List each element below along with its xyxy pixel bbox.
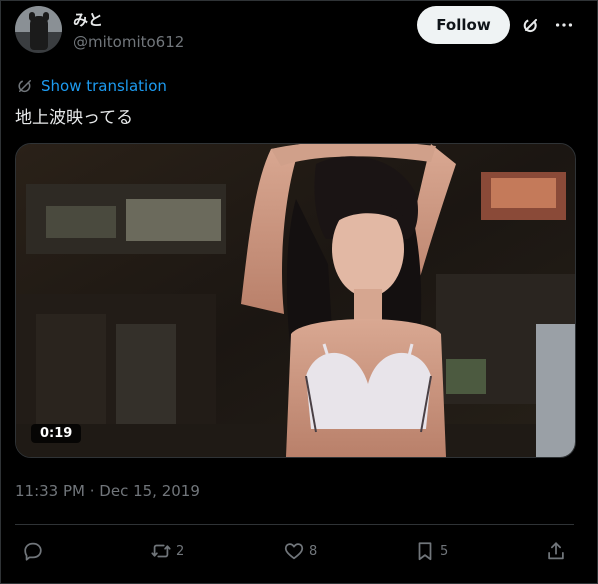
repost-icon	[151, 544, 171, 558]
heart-icon	[284, 543, 304, 560]
share-button[interactable]	[545, 540, 567, 562]
bookmark-icon	[418, 542, 432, 561]
repost-count: 2	[176, 543, 185, 559]
tweet-text: 地上波映ってる	[15, 108, 134, 128]
action-bar-divider	[15, 524, 574, 525]
video-player[interactable]: 0:19	[15, 143, 576, 458]
follow-button[interactable]: Follow	[417, 6, 510, 44]
video-duration-badge: 0:19	[31, 424, 82, 443]
translate-icon	[18, 80, 31, 93]
show-translation-link[interactable]: Show translation	[16, 77, 167, 95]
share-icon	[548, 542, 564, 560]
video-thumbnail	[16, 144, 575, 457]
author-handle[interactable]: @mitomito612	[73, 33, 184, 51]
author-display-name[interactable]: みと	[73, 9, 103, 30]
reply-icon	[24, 542, 42, 561]
repost-button[interactable]: 2	[150, 540, 184, 562]
like-count: 8	[309, 543, 318, 559]
more-icon[interactable]	[553, 14, 575, 36]
bookmark-button[interactable]: 5	[414, 540, 448, 562]
show-translation-label: Show translation	[41, 77, 167, 95]
grok-icon[interactable]	[520, 14, 542, 36]
bookmark-count: 5	[440, 543, 449, 559]
tweet-timestamp[interactable]: 11:33 PM · Dec 15, 2019	[15, 482, 200, 500]
avatar[interactable]	[15, 6, 62, 53]
reply-button[interactable]	[22, 540, 48, 562]
like-button[interactable]: 8	[283, 540, 317, 562]
